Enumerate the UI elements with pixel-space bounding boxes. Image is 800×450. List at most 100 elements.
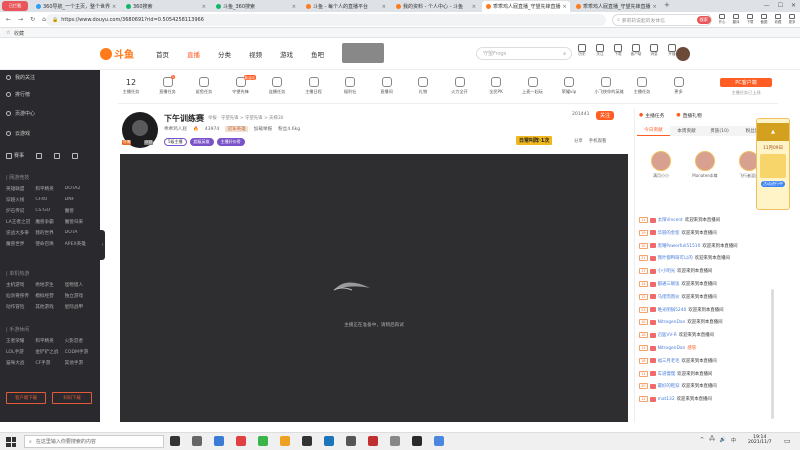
sidebar-category-link[interactable]: 猫咪大战 [6,360,35,366]
sidebar-category-link[interactable]: 我的世界 [35,230,64,236]
sidebar-quick-icon[interactable] [36,152,43,159]
category-item[interactable]: 更多 [668,77,690,95]
chat-username[interactable]: 马佬而而伙 [658,294,680,300]
browser-tool-item[interactable]: 截图 [760,14,768,24]
tab-close-icon[interactable]: × [563,4,567,10]
browser-tab[interactable]: 我的资料 - 个人中心 - 斗鱼 × [392,1,480,12]
sidebar-category-link[interactable]: 魔兽归来 [65,219,94,225]
sidebar-category-link[interactable]: 其他游戏 [35,304,64,310]
chat-username[interactable]: 小小明光 [658,268,676,274]
site-top-icon[interactable]: 历史 [576,44,588,57]
chat-username[interactable]: 最好的鞋穿 [658,383,680,389]
pc-client-button[interactable]: PC客户端 [720,78,772,87]
contribution-tab[interactable]: 今日贡献 [637,125,670,136]
chat-username[interactable]: 华丽的金客 [658,230,680,236]
sidebar-category-link[interactable]: 王者荣耀 [6,338,35,344]
site-nav-item[interactable]: 首页 [156,49,169,59]
chat-message[interactable]: 18 福三月老毛 欢迎来到本直播间 [639,357,717,364]
sidebar-item[interactable]: 我的关注 [6,74,35,81]
sidebar-category-link[interactable]: DOTA [65,230,94,236]
browser-tool-item[interactable]: 更多 [788,14,796,24]
minimize-icon[interactable]: — [764,2,770,9]
chat-username[interactable]: 唯光明锅5240 [658,307,687,313]
category-item[interactable]: 3 直播任务 [157,75,179,95]
chat-username[interactable]: 我叶都鸭呀可以的 [658,255,693,261]
category-item[interactable]: 12 主播任务 [120,77,142,95]
chat-message[interactable]: 23 唯光明锅5240 欢迎来到本直播间 [639,306,723,313]
category-item[interactable]: 上麦一起玩 [522,77,544,95]
streamer-name[interactable]: 乖乖鸡人屁 [164,126,187,132]
site-logo[interactable]: 斗鱼 [100,46,134,61]
user-avatar[interactable] [676,47,690,61]
contribution-tab[interactable]: 贵族(10) [703,125,736,136]
sidebar-category-link[interactable]: 逆战大多拳 [6,230,35,236]
sidebar-category-link[interactable]: 炉石传说 [6,208,35,214]
sidebar-category-link[interactable]: 星际战甲 [65,304,94,310]
chat-message[interactable]: 10 NitrogenDan 欢迎来到本直播间 [639,319,722,326]
site-top-icon[interactable]: 下载 [612,44,624,57]
category-item[interactable]: 连播任务 [266,77,288,95]
sidebar-category-link[interactable]: APEX英雄 [65,241,94,247]
category-item[interactable]: 鲨鱼任务 [193,77,215,95]
ime-indicator[interactable]: 中 [731,437,736,444]
taskbar-app-icon[interactable] [258,436,268,446]
sidebar-category-link[interactable]: 怪物猎人 [65,282,94,288]
chat-message[interactable]: 21 我叶都鸭呀可以的 欢迎来到本直播间 [639,255,730,262]
volume-icon[interactable]: 🔊 [720,437,726,443]
browser-tab[interactable]: 360搜索 × [122,1,210,12]
site-nav-item[interactable]: 直播 [187,49,200,59]
browser-tab[interactable]: 斗鱼 - 每个人的直播平台 × [302,1,390,12]
category-item[interactable]: 小飞侠你的英雄 [595,77,624,95]
pc-client-promo[interactable]: PC客户端 主播任务已上线 [720,78,772,100]
chat-username[interactable]: 迅猛VV-R [658,332,677,338]
sidebar-collapse-button[interactable]: ‹ [100,230,105,260]
site-nav-item[interactable]: 游戏 [280,49,293,59]
category-item[interactable]: 直播间 [376,77,398,95]
sidebar-quick-icon[interactable]: 赛事 [6,152,24,159]
taskbar-app-icon[interactable] [390,436,400,446]
sidebar-category-link[interactable]: 火影忍者 [65,338,94,344]
video-player[interactable]: 主播正在准备中，请稍后再试 [120,154,628,422]
sidebar-category-link[interactable]: 模拟经营 [35,293,64,299]
site-nav-item[interactable]: 分类 [218,49,231,59]
taskbar-app-icon[interactable] [412,436,422,446]
chat-username[interactable]: 车道慢慢 [658,371,676,377]
taskbar-app-icon[interactable] [280,436,290,446]
sidebar-category-link[interactable]: 金铲铲之战 [35,349,64,355]
sidebar-category-link[interactable]: 仙剑奇侠传 [6,293,35,299]
event-sub[interactable]: 活动进行中 [761,181,785,187]
sidebar-category-link[interactable]: 动作冒险 [6,304,35,310]
sidebar-category-link[interactable]: 主机游戏 [6,282,35,288]
sidebar-category-link[interactable]: 魔兽世界 [6,241,35,247]
tab-close-icon[interactable]: × [382,4,386,10]
banner-thumbnail[interactable] [342,43,384,63]
sidebar-category-link[interactable]: LA王者之冠 [6,219,35,225]
chat-username[interactable]: NitrogenDan [658,320,686,325]
network-icon[interactable]: 🖧 [709,436,715,444]
sidebar-item[interactable]: 云游戏 [6,130,30,137]
chat-scrollbar[interactable] [771,289,774,419]
room-tag[interactable]: 超级英雄 [189,138,214,146]
category-item[interactable]: 火力全开 [449,77,471,95]
browser-tab[interactable]: 斗鱼_360搜索 × [212,1,300,12]
gift-tab[interactable]: ● 直播礼物 [676,112,701,119]
room-tag[interactable]: 主播好价榜 [216,138,245,146]
tab-close-icon[interactable]: × [292,4,296,10]
sidebar-category-link[interactable]: CS:GO [35,208,64,214]
taskbar-search-input[interactable]: ⌕ 在这里输入你要搜索的内容 [24,435,164,448]
category-item[interactable]: 礼物 [412,77,434,95]
tab-close-icon[interactable]: × [112,4,116,10]
sidebar-category-link[interactable]: CODM手游 [65,349,94,355]
chat-message[interactable]: 12 mat132 欢迎来到本直播间 [639,396,712,403]
sidebar-item[interactable]: 页游中心 [6,110,35,117]
browser-tool-item[interactable]: 翻译 [732,14,740,24]
chat-username[interactable]: NitrogenDan [658,346,686,351]
taskbar-app-icon[interactable] [170,436,180,446]
taskbar-app-icon[interactable] [192,436,202,446]
tab-close-icon[interactable]: × [653,4,657,10]
bookmark-label[interactable]: 收藏 [14,30,24,37]
forward-icon[interactable]: → [18,16,23,23]
follow-button[interactable]: 关注 [596,111,615,120]
site-top-icon[interactable]: 消息 [648,44,660,57]
contribution-tab[interactable]: 本周贡献 [670,125,703,136]
